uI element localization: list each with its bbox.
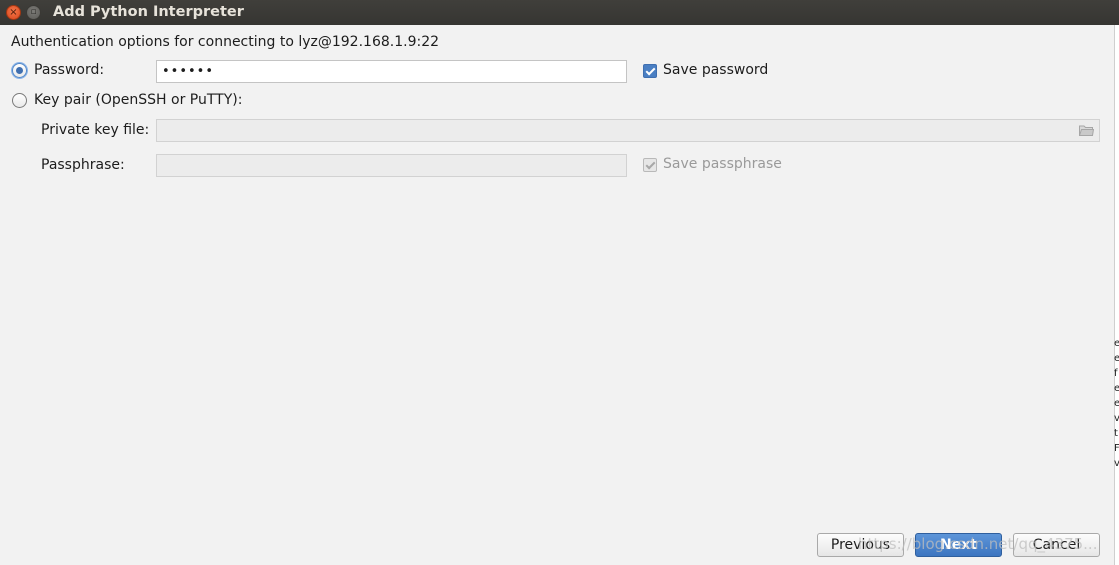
edge-glyph: t: [1114, 428, 1118, 439]
edge-glyph: e: [1114, 353, 1119, 364]
minimize-glyph: ▫: [30, 7, 37, 17]
save-password-label[interactable]: Save password: [663, 62, 768, 78]
previous-button[interactable]: Previous: [817, 533, 904, 557]
edge-glyph: v: [1114, 458, 1119, 469]
private-key-label: Private key file:: [41, 122, 150, 138]
close-glyph: ×: [9, 6, 18, 18]
check-icon: [645, 65, 655, 75]
save-passphrase-label[interactable]: Save passphrase: [663, 156, 782, 172]
save-passphrase-checkbox[interactable]: [643, 158, 657, 172]
auth-caption: Authentication options for connecting to…: [11, 34, 440, 50]
title-bar: × ▫ Add Python Interpreter: [0, 0, 1119, 25]
keypair-option-label[interactable]: Key pair (OpenSSH or PuTTY):: [34, 92, 242, 108]
edge-glyph: v: [1114, 413, 1119, 424]
background-window-text: e e f e e v t F v: [1114, 336, 1119, 471]
next-button[interactable]: Next: [915, 533, 1002, 557]
edge-glyph: f: [1114, 368, 1118, 379]
cancel-button[interactable]: Cancel: [1013, 533, 1100, 557]
keypair-radio[interactable]: [12, 93, 27, 108]
passphrase-field[interactable]: [156, 154, 627, 177]
edge-glyph: e: [1114, 383, 1119, 394]
edge-glyph: e: [1114, 398, 1119, 409]
password-option-label[interactable]: Password:: [34, 62, 104, 78]
background-window-edge: [1114, 25, 1119, 565]
edge-glyph: F: [1114, 443, 1119, 454]
password-radio[interactable]: [12, 63, 27, 78]
private-key-field[interactable]: [156, 119, 1100, 142]
save-password-checkbox[interactable]: [643, 64, 657, 78]
check-icon: [645, 159, 655, 169]
window-title: Add Python Interpreter: [53, 4, 244, 20]
edge-glyph: e: [1114, 338, 1119, 349]
passphrase-label: Passphrase:: [41, 157, 125, 173]
folder-icon[interactable]: [1079, 125, 1094, 136]
close-icon[interactable]: ×: [6, 5, 21, 20]
minimize-icon[interactable]: ▫: [26, 5, 41, 20]
password-field[interactable]: ••••••: [156, 60, 627, 83]
